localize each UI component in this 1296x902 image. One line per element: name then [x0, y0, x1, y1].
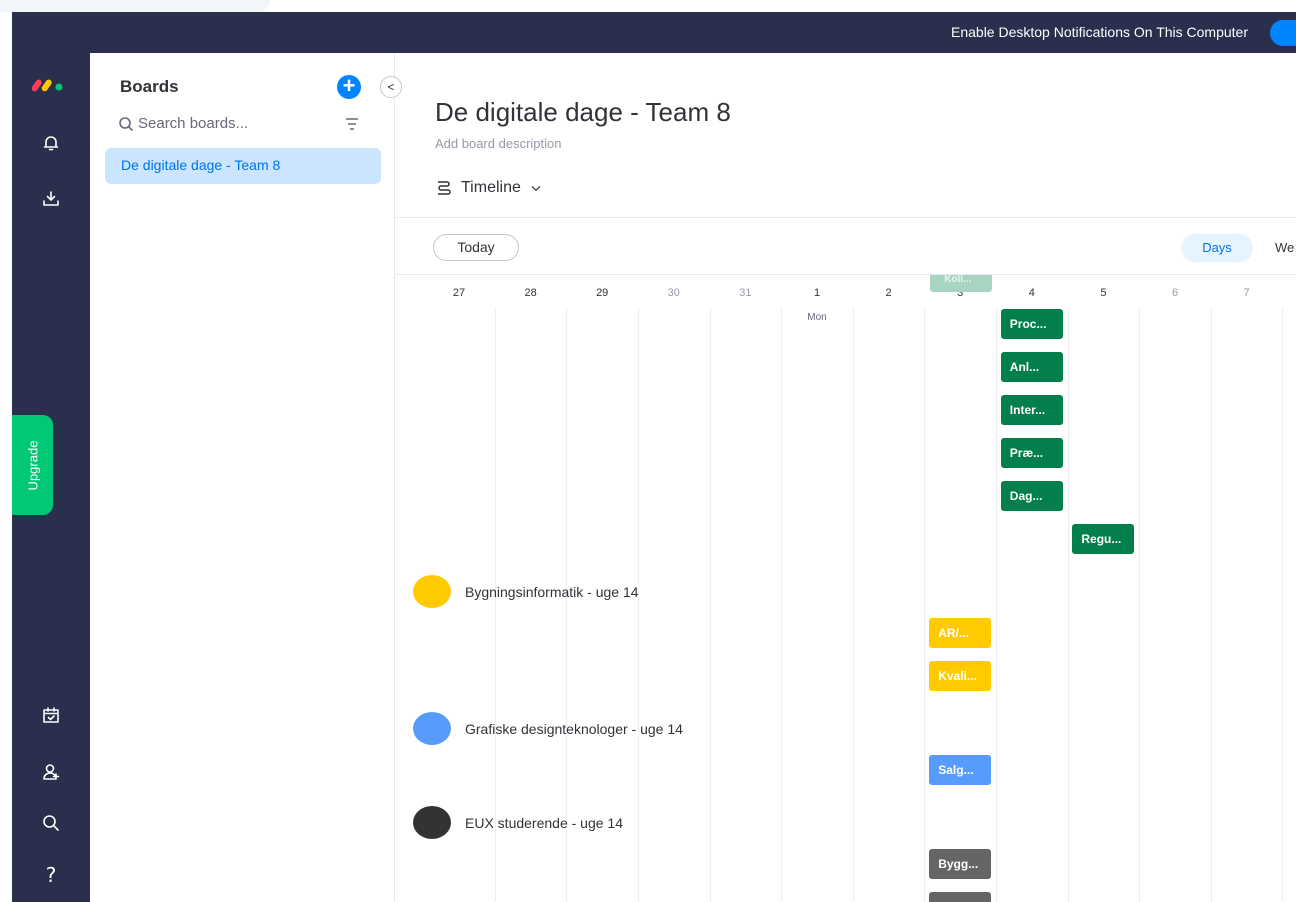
upgrade-button[interactable]: Upgrade: [12, 415, 53, 515]
grid-line: [1139, 307, 1141, 902]
group-header[interactable]: EUX studerende - uge 14: [413, 806, 623, 839]
group-color-dot[interactable]: [413, 575, 451, 608]
filter-icon[interactable]: [344, 117, 360, 131]
date-label: 1: [813, 287, 821, 299]
search-icon: [119, 116, 134, 131]
help-icon[interactable]: ?: [37, 861, 65, 889]
date-label: 31: [739, 287, 752, 299]
timeline-icon: [438, 181, 451, 195]
grid-line: [1067, 307, 1069, 902]
date-label: 6: [1171, 287, 1179, 299]
board-title[interactable]: De digitale dage - Team 8: [435, 97, 731, 128]
grid-line: [1282, 307, 1284, 902]
view-selector[interactable]: Timeline: [435, 179, 543, 197]
date-label: 7: [1243, 287, 1250, 299]
timeline-item[interactable]: Regu...: [1072, 524, 1135, 554]
group-color-dot[interactable]: [413, 806, 451, 839]
group-color-dot[interactable]: [413, 712, 451, 745]
enable-notifications-button[interactable]: [1270, 20, 1296, 46]
boards-panel: Boards + < De digitale dage - Team 8: [90, 53, 402, 902]
timeline-item[interactable]: Bygg...: [929, 849, 992, 879]
grid-line: [1210, 307, 1212, 902]
date-label: 2: [885, 287, 892, 299]
view-label: Timeline: [461, 179, 521, 196]
days-scale-button[interactable]: Days: [1181, 234, 1253, 262]
weeks-scale-button[interactable]: Weeks: [1275, 234, 1295, 262]
timeline-item[interactable]: Deta...: [929, 892, 992, 902]
day-name-label: Mon: [807, 312, 827, 323]
invite-user-icon[interactable]: [37, 758, 65, 786]
grid-line: [709, 307, 711, 902]
calendar-check-icon[interactable]: [37, 701, 65, 729]
board-description[interactable]: Add board description: [435, 136, 561, 151]
help-glyph: ?: [45, 863, 57, 887]
search-boards-input[interactable]: [138, 115, 308, 132]
group-name[interactable]: EUX studerende - uge 14: [465, 815, 623, 831]
header-divider: [395, 217, 1296, 218]
inbox-download-icon[interactable]: [37, 185, 65, 213]
corner-background: [0, 0, 270, 12]
timeline-item[interactable]: Anl...: [1000, 352, 1063, 382]
left-navigation: Upgrade ?: [12, 53, 90, 902]
grid-line: [852, 307, 854, 902]
today-button[interactable]: Today: [433, 234, 519, 261]
date-label: 27: [452, 287, 466, 299]
search-icon[interactable]: [37, 809, 65, 837]
timeline-item[interactable]: Salg...: [929, 755, 992, 785]
grid-line: [781, 307, 783, 902]
timeline-item-faded[interactable]: Koll...: [930, 275, 993, 292]
notification-bar: Enable Desktop Notifications On This Com…: [12, 12, 1296, 53]
group-header[interactable]: Bygningsinformatik - uge 14: [413, 575, 639, 608]
date-label: 4: [1028, 287, 1035, 299]
timeline-item[interactable]: Dag...: [1000, 481, 1063, 511]
date-label: 30: [667, 287, 680, 299]
date-label: 5: [1100, 287, 1107, 299]
group-header[interactable]: Grafiske designteknologer - uge 14: [413, 712, 683, 745]
board-main: De digitale dage - Team 8 Add board desc…: [395, 53, 1296, 902]
timeline-item[interactable]: Kvali...: [929, 661, 992, 691]
group-name[interactable]: Bygningsinformatik - uge 14: [465, 584, 639, 600]
upgrade-label: Upgrade: [25, 440, 40, 490]
timeline-grid: 27 28 29 30 31 1 Mon 2 3 4 5 6 7 Koll... Proc... Anl...…: [395, 275, 1296, 902]
enable-notifications-link[interactable]: Enable Desktop Notifications On This Com…: [951, 24, 1248, 40]
monday-logo-icon[interactable]: [31, 73, 72, 93]
bell-icon[interactable]: [37, 129, 65, 157]
date-label: 28: [524, 287, 537, 299]
add-board-button[interactable]: +: [337, 75, 361, 99]
group-name[interactable]: Grafiske designteknologer - uge 14: [465, 721, 683, 737]
date-label: 29: [596, 287, 609, 299]
timeline-item[interactable]: AR/...: [929, 618, 992, 648]
board-item-de-digitale-dage[interactable]: De digitale dage - Team 8: [105, 148, 381, 184]
timeline-item[interactable]: Inter...: [1000, 395, 1063, 425]
timeline-item[interactable]: Præ...: [1000, 438, 1063, 468]
grid-line: [996, 307, 997, 902]
timeline-item[interactable]: Proc...: [1000, 309, 1063, 339]
boards-title: Boards: [120, 77, 179, 96]
grid-line: [924, 307, 926, 902]
search-boards: [118, 115, 308, 132]
chevron-down-icon: [531, 186, 541, 192]
